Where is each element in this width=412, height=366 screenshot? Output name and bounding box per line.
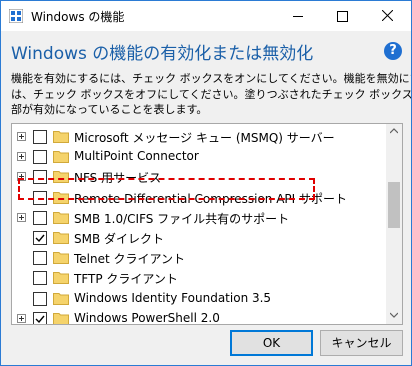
feature-checkbox[interactable] <box>33 251 47 266</box>
feature-row[interactable]: Telnet クライアント <box>12 248 384 268</box>
folder-icon <box>53 252 69 265</box>
feature-checkbox[interactable] <box>33 130 47 144</box>
maximize-icon[interactable] <box>320 1 365 31</box>
checkmark-icon <box>35 234 45 243</box>
feature-row[interactable]: Windows PowerShell 2.0 <box>12 309 384 325</box>
feature-checkbox[interactable] <box>33 231 47 245</box>
vertical-scrollbar[interactable] <box>386 124 402 324</box>
feature-label: Microsoft メッセージ キュー (MSMQ) サーバー <box>74 131 335 145</box>
feature-row[interactable]: Windows Identity Foundation 3.5 <box>12 289 384 309</box>
folder-icon <box>53 292 69 305</box>
feature-label: Windows Identity Foundation 3.5 <box>74 290 272 305</box>
close-icon[interactable] <box>365 1 410 31</box>
feature-checkbox[interactable] <box>33 271 47 286</box>
title-bar: Windows の機能 <box>1 1 411 31</box>
expand-plus-icon[interactable] <box>17 212 26 222</box>
folder-icon <box>53 131 69 143</box>
folder-icon <box>53 232 69 244</box>
feature-checkbox[interactable] <box>33 291 47 306</box>
expand-plus-icon[interactable] <box>17 132 26 141</box>
windows-features-dialog: Windows の機能 Windows の機能の有効化または無効化 ? 機能を有… <box>0 0 412 366</box>
help-icon[interactable]: ? <box>384 42 402 60</box>
feature-row[interactable]: Microsoft メッセージ キュー (MSMQ) サーバー <box>12 127 384 147</box>
scroll-up-icon[interactable] <box>390 128 398 134</box>
description-line: 部が有効になっていることを表します。 <box>11 103 208 116</box>
folder-icon <box>53 151 69 164</box>
window-title: Windows の機能 <box>31 10 125 24</box>
description-line: 機能を有効にするには、チェック ボックスをオンにしてください。機能を無効にするに <box>11 72 412 85</box>
feature-label: MultiPoint Connector <box>74 149 199 164</box>
description-line: は、チェック ボックスをオフにしてください。塗りつぶされたチェック ボックスは、… <box>11 87 412 101</box>
scrollbar-thumb[interactable] <box>388 182 400 228</box>
checkmark-icon <box>35 315 45 323</box>
feature-label: Windows PowerShell 2.0 <box>74 310 220 325</box>
feature-label: SMB ダイレクト <box>74 232 165 246</box>
feature-label: Telnet クライアント <box>74 252 186 267</box>
ok-button[interactable]: OK <box>230 330 313 356</box>
cancel-button[interactable]: キャンセル <box>320 330 403 356</box>
feature-label: TFTP クライアント <box>74 272 178 287</box>
scroll-down-icon[interactable] <box>390 312 398 318</box>
feature-row[interactable]: SMB ダイレクト <box>12 228 384 248</box>
highlight-annotation <box>18 178 315 200</box>
feature-checkbox[interactable] <box>33 150 47 165</box>
feature-row[interactable]: TFTP クライアント <box>12 268 384 288</box>
folder-icon <box>53 312 69 324</box>
dialog-heading: Windows の機能の有効化または無効化 <box>11 44 314 64</box>
expand-plus-icon[interactable] <box>17 152 26 162</box>
windows-features-icon <box>9 9 23 23</box>
feature-row[interactable]: SMB 1.0/CIFS ファイル共有のサポート <box>12 208 384 228</box>
expand-plus-icon[interactable] <box>17 313 26 323</box>
folder-icon <box>53 211 69 224</box>
feature-list: Microsoft メッセージ キュー (MSMQ) サーバー MultiPoin… <box>11 123 403 325</box>
feature-row[interactable]: MultiPoint Connector <box>12 147 384 167</box>
feature-checkbox[interactable] <box>33 311 47 324</box>
feature-checkbox[interactable] <box>33 210 47 225</box>
description: 機能を有効にするには、チェック ボックスをオンにしてください。機能を無効にするに… <box>11 71 412 118</box>
feature-label: SMB 1.0/CIFS ファイル共有のサポート <box>74 211 290 226</box>
minimize-icon[interactable] <box>275 1 320 31</box>
folder-icon <box>53 272 69 285</box>
